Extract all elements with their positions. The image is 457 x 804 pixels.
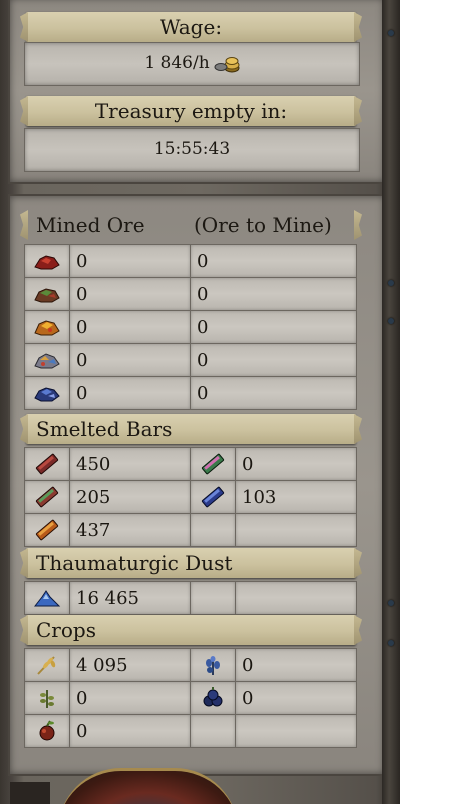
wage-header: Wage: [26, 12, 356, 42]
empty-value-cell [235, 513, 357, 547]
mined-value: 0 [69, 343, 191, 377]
crops-label: Crops [36, 618, 96, 642]
mined-value: 0 [69, 310, 191, 344]
gold-ore-icon [34, 320, 60, 336]
red-green-bar-icon [35, 486, 59, 508]
bars-row: 450 0 [24, 447, 358, 481]
bars-row: 437 [24, 513, 358, 547]
bar-value: 450 [69, 447, 191, 481]
dust-value: 16 465 [69, 581, 191, 615]
to-mine-value: 0 [190, 277, 357, 311]
crop-value: 0 [235, 648, 357, 682]
frame-corner [10, 782, 50, 804]
mined-ore-label: Mined Ore [36, 213, 145, 237]
ore-row: 0 0 [24, 376, 358, 410]
treasury-timer: 15:55:43 [153, 139, 231, 159]
empty-icon-cell [190, 714, 236, 748]
ore-row: 0 0 [24, 343, 358, 377]
bar-value: 205 [69, 480, 191, 514]
treasury-label: Treasury empty in: [94, 99, 288, 123]
ore-row: 0 0 [24, 277, 358, 311]
smelted-bars-header: Smelted Bars [26, 414, 356, 444]
bar-value: 103 [235, 480, 357, 514]
red-fruit-icon [39, 720, 55, 741]
frame-border [382, 0, 400, 804]
to-mine-value: 0 [190, 310, 357, 344]
ore-to-mine-label: (Ore to Mine) [194, 213, 332, 237]
crops-row: 0 [24, 714, 358, 748]
wage-value: 1 846/h [144, 53, 210, 73]
dark-berry-icon [203, 687, 223, 707]
mined-value: 0 [69, 376, 191, 410]
to-mine-value: 0 [190, 343, 357, 377]
resource-panel-frame: Wage: 1 846/h Treasury empty in: 15:55:4… [0, 0, 400, 804]
red-ore-icon [34, 255, 60, 270]
bar-value: 437 [69, 513, 191, 547]
orange-bar-icon [35, 519, 59, 541]
ore-row: 0 0 [24, 310, 358, 344]
blue-ore-icon [34, 387, 60, 402]
crops-header: Crops [26, 615, 356, 645]
mixed-ore-icon [34, 353, 60, 369]
blue-dust-icon [33, 590, 61, 607]
bars-row: 205 103 [24, 480, 358, 514]
dust-row: 16 465 [24, 581, 358, 615]
treasury-header: Treasury empty in: [26, 96, 356, 126]
crops-row: 0 0 [24, 681, 358, 715]
crop-value: 4 095 [69, 648, 191, 682]
to-mine-value: 0 [190, 244, 357, 278]
bar-value: 0 [235, 447, 357, 481]
empty-value-cell [235, 714, 357, 748]
treasury-value-box: 15:55:43 [24, 128, 360, 172]
mined-value: 0 [69, 244, 191, 278]
red-bar-icon [35, 453, 59, 475]
gold-coins-icon [214, 56, 240, 72]
green-herb-icon [40, 690, 54, 708]
green-pink-bar-icon [201, 453, 225, 475]
mined-value: 0 [69, 277, 191, 311]
thaumaturgic-dust-label: Thaumaturgic Dust [36, 551, 233, 575]
wheat-icon [37, 656, 56, 675]
smelted-bars-label: Smelted Bars [36, 417, 173, 441]
blue-herb-icon [206, 656, 220, 675]
crops-row: 4 095 0 [24, 648, 358, 682]
thaumaturgic-dust-header: Thaumaturgic Dust [26, 548, 356, 578]
green-red-ore-icon [34, 288, 60, 303]
crop-value: 0 [69, 681, 191, 715]
wage-value-box: 1 846/h [24, 42, 360, 86]
crop-value: 0 [69, 714, 191, 748]
blue-bar-icon [201, 486, 225, 508]
to-mine-value: 0 [190, 376, 357, 410]
ore-row: 0 0 [24, 244, 358, 278]
empty-icon-cell [190, 513, 236, 547]
wage-label: Wage: [159, 15, 223, 39]
crop-value: 0 [235, 681, 357, 715]
